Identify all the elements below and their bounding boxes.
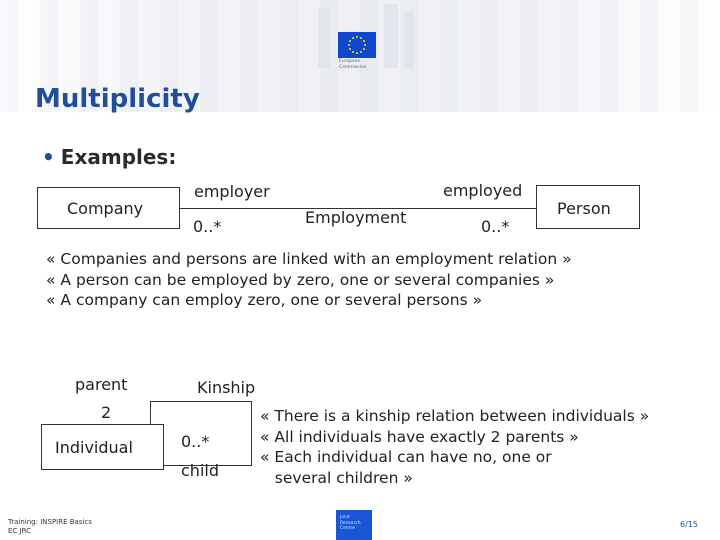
association-name-kinship: Kinship — [197, 378, 256, 397]
footer-credit: Training: INSPIRE Basics EC JRC — [8, 518, 92, 536]
ec-logo-caption: European Commission — [339, 59, 366, 71]
multiplicity-parent: 2 — [101, 403, 112, 422]
class-name-individual: Individual — [55, 438, 133, 457]
header-building — [404, 12, 414, 68]
role-parent: parent — [75, 375, 128, 394]
multiplicity-employer: 0..* — [193, 217, 222, 236]
self-association-line — [150, 401, 152, 425]
quote-line: « A person can be employed by zero, one … — [46, 270, 555, 289]
role-employed: employed — [443, 181, 523, 200]
header-building — [384, 4, 398, 68]
multiplicity-child: 0..* — [181, 432, 210, 451]
class-name-company: Company — [67, 199, 144, 218]
jrc-logo-line: Centre — [340, 526, 356, 531]
quote-line: « Companies and persons are linked with … — [46, 250, 572, 268]
role-employer: employer — [194, 182, 270, 201]
quote-line: « A company can employ zero, one or seve… — [46, 291, 483, 309]
quote-line: « There is a kinship relation between in… — [260, 407, 650, 425]
quote-line: several children » — [260, 468, 413, 487]
bullet-text: Examples: — [60, 145, 177, 169]
self-association-line — [150, 401, 252, 403]
page-number: 6/15 — [680, 520, 698, 529]
class-name-person: Person — [557, 199, 611, 218]
footer-line: Training: INSPIRE Basics — [8, 518, 92, 526]
self-association-line — [251, 401, 253, 466]
jrc-logo: Joint Research Centre — [336, 510, 372, 540]
multiplicity-employed: 0..* — [481, 217, 510, 236]
quote-text-block-1: « Companies and persons are linked with … — [46, 249, 572, 311]
header-building — [318, 8, 330, 68]
bullet-examples: • Examples: — [42, 145, 176, 169]
bullet-icon: • — [42, 145, 55, 169]
footer-line: EC JRC — [8, 527, 32, 535]
quote-line: « Each individual can have no, one or — [260, 448, 552, 466]
quote-text-block-2: « There is a kinship relation between in… — [260, 406, 649, 488]
ec-logo-flag-icon — [338, 32, 376, 58]
association-name-employment: Employment — [305, 208, 407, 227]
role-child: child — [181, 461, 219, 480]
jrc-logo-line: Joint — [340, 515, 350, 520]
slide-title: Multiplicity — [35, 84, 200, 114]
quote-line: « All individuals have exactly 2 parents… — [260, 427, 579, 446]
ec-caption-line: Commission — [339, 65, 367, 70]
